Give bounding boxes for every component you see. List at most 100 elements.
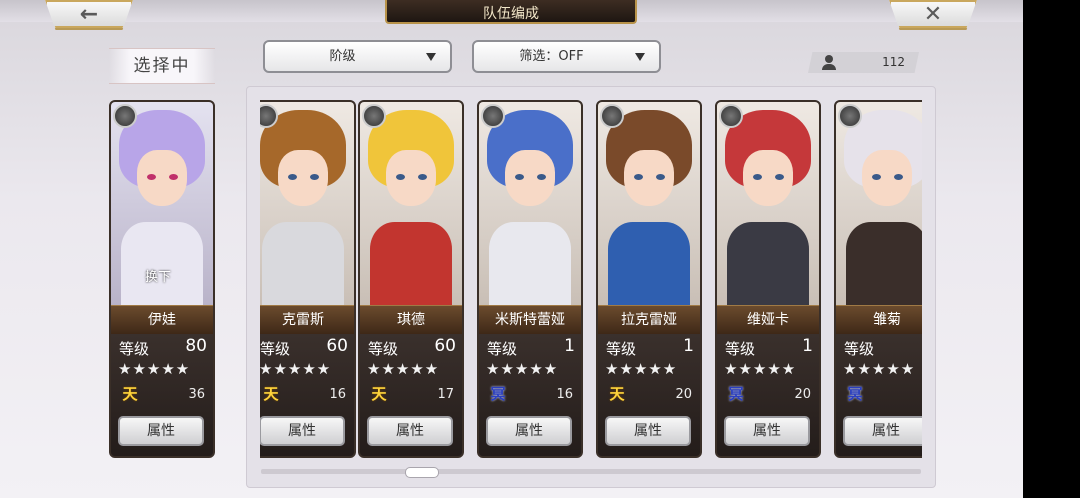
portrait-eye	[894, 174, 903, 180]
rank-icon: 天	[609, 385, 625, 403]
attribute-button[interactable]: 属性	[486, 416, 572, 446]
name-bar: 拉克雷娅	[598, 305, 700, 335]
level-value: 1	[921, 336, 922, 356]
level-label: 等级	[606, 340, 637, 358]
filter-dropdown[interactable]: 筛选：OFF	[472, 40, 661, 73]
character-name: 伊娃	[148, 312, 176, 328]
attribute-button-label: 属性	[753, 423, 781, 439]
level-label: 等级	[368, 340, 399, 358]
character-name: 克雷斯	[282, 312, 324, 328]
portrait-face	[624, 150, 674, 206]
level-label: 等级	[260, 340, 291, 358]
filter-dropdown-label: 筛选：OFF	[519, 49, 584, 64]
portrait-outfit	[727, 222, 809, 312]
portrait-face	[862, 150, 912, 206]
class-icon	[838, 104, 862, 128]
rank-icon: 天	[122, 385, 138, 403]
level-label: 等级	[119, 340, 150, 358]
attribute-button-label: 属性	[288, 423, 316, 439]
star-rating: ★★★★★	[605, 360, 678, 378]
name-bar: 伊娃	[111, 305, 213, 335]
class-icon	[600, 104, 624, 128]
attribute-button[interactable]: 属性	[605, 416, 691, 446]
character-count: 112	[808, 52, 919, 73]
character-name: 琪德	[397, 312, 425, 328]
character-card[interactable]: 米斯特蕾娅等级 1 ★★★★★ 冥 16 属性	[477, 100, 583, 458]
portrait-outfit	[846, 222, 922, 312]
rank-icon: 天	[263, 385, 279, 403]
star-rating: ★★★★★	[260, 360, 332, 378]
portrait-outfit	[370, 222, 452, 312]
character-portrait	[598, 102, 700, 312]
attribute-button-label: 属性	[515, 423, 543, 439]
attribute-button-label: 属性	[634, 423, 662, 439]
character-card[interactable]: 克雷斯 等级 60 ★★★★★ 天 16 属性	[260, 100, 356, 458]
attribute-button[interactable]: 属性	[118, 416, 204, 446]
portrait-face	[743, 150, 793, 206]
rank-value: 16	[329, 387, 346, 402]
portrait-outfit	[489, 222, 571, 312]
level-label: 等级	[487, 340, 518, 358]
character-info: 等级1★★★★★冥1属性	[836, 334, 922, 456]
portrait-eye	[656, 174, 665, 180]
portrait-eye	[537, 174, 546, 180]
attribute-button[interactable]: 属性	[367, 416, 453, 446]
rank-value: 20	[675, 387, 692, 402]
user-icon	[822, 55, 836, 70]
character-portrait	[360, 102, 462, 312]
chevron-down-icon	[426, 53, 436, 61]
name-bar: 维娅卡	[717, 305, 819, 335]
character-name: 拉克雷娅	[621, 312, 677, 328]
character-card[interactable]: 维娅卡等级 1 ★★★★★ 冥 20 属性	[715, 100, 821, 458]
rank-icon: 冥	[728, 385, 744, 403]
character-count-value: 112	[882, 55, 905, 69]
scroll-thumb[interactable]	[405, 467, 439, 478]
portrait-face	[278, 150, 328, 206]
sort-dropdown-label: 阶级	[329, 49, 356, 64]
close-button[interactable]: ✕	[889, 0, 977, 30]
character-portrait	[717, 102, 819, 312]
selected-character-card[interactable]: 换下 伊娃 等级 80 ★★★★★ 天 36 属性	[109, 100, 215, 458]
portrait-eye	[775, 174, 784, 180]
character-name: 米斯特蕾娅	[495, 312, 565, 328]
character-portrait	[479, 102, 581, 312]
screen-edge	[1023, 0, 1080, 498]
portrait-outfit	[608, 222, 690, 312]
character-name: 雏菊	[873, 312, 901, 328]
attribute-button[interactable]: 属性	[843, 416, 922, 446]
level-label: 等级	[725, 340, 756, 358]
name-bar: 琪德	[360, 305, 462, 335]
attribute-button[interactable]: 属性	[260, 416, 345, 446]
class-icon	[719, 104, 743, 128]
class-icon	[362, 104, 386, 128]
portrait-eye	[169, 174, 178, 180]
star-rating: ★★★★★	[118, 360, 191, 378]
portrait-eye	[418, 174, 427, 180]
character-portrait	[836, 102, 922, 312]
back-button[interactable]: ←	[45, 0, 133, 30]
portrait-face	[386, 150, 436, 206]
portrait-outfit	[262, 222, 344, 312]
close-icon: ✕	[923, 2, 943, 27]
character-info: 等级 1 ★★★★★ 冥 16 属性	[479, 334, 581, 456]
character-name: 维娅卡	[747, 312, 789, 328]
character-card[interactable]: 雏菊等级1★★★★★冥1属性	[834, 100, 922, 458]
attribute-button[interactable]: 属性	[724, 416, 810, 446]
portrait-eye	[396, 174, 405, 180]
back-arrow-icon: ←	[79, 2, 99, 27]
portrait-eye	[515, 174, 524, 180]
sort-dropdown[interactable]: 阶级	[263, 40, 452, 73]
character-portrait	[260, 102, 354, 312]
portrait-eye	[634, 174, 643, 180]
character-info: 等级 1 ★★★★★ 冥 20 属性	[717, 334, 819, 456]
horizontal-scrollbar[interactable]	[261, 469, 921, 474]
class-icon	[113, 104, 137, 128]
level-value: 60	[434, 336, 456, 356]
character-list[interactable]: 克雷斯 等级 60 ★★★★★ 天 16 属性 琪德 等级 60 ★★★★★ 天 17 属性 米斯特蕾娅 等级…	[260, 96, 922, 464]
star-rating: ★★★★★	[486, 360, 559, 378]
rank-value: 17	[437, 387, 454, 402]
rank-icon: 天	[371, 385, 387, 403]
character-card[interactable]: 拉克雷娅 等级 1 ★★★★★ 天 20 属性	[596, 100, 702, 458]
attribute-button-label: 属性	[396, 423, 424, 439]
character-card[interactable]: 琪德 等级 60 ★★★★★ 天 17 属性	[358, 100, 464, 458]
